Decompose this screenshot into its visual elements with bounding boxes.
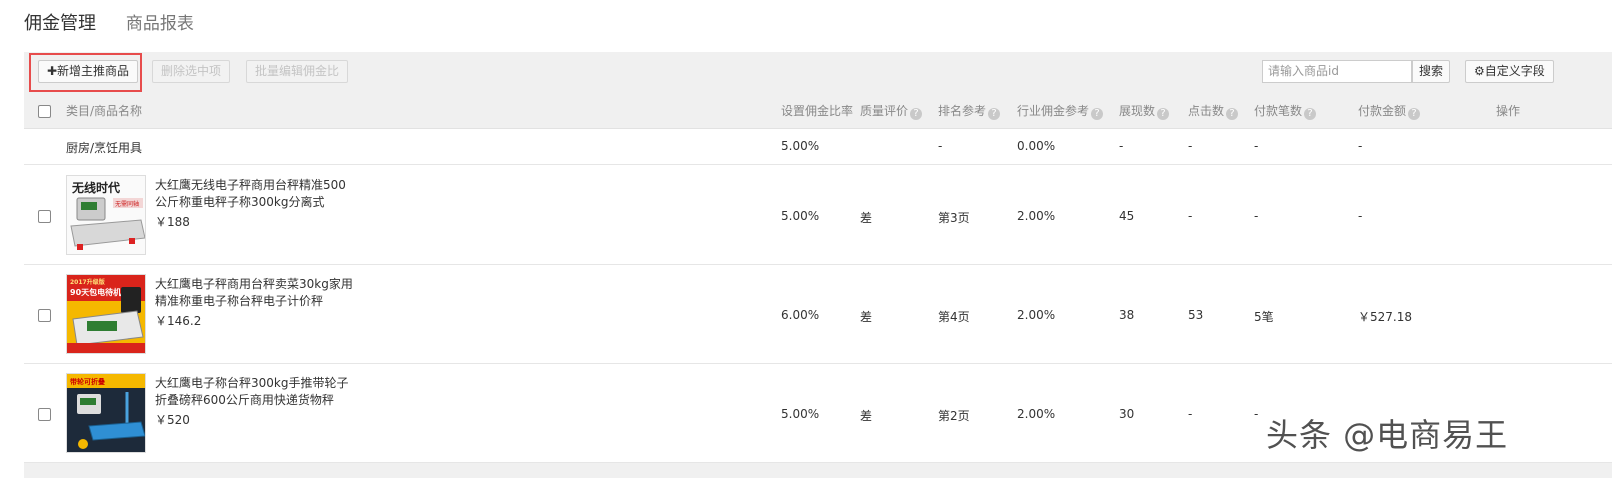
payments-cell: 5笔	[1254, 310, 1274, 324]
rate-cell[interactable]: 5.00%	[781, 209, 819, 223]
clicks-cell: -	[1188, 407, 1193, 421]
rate-cell[interactable]: 6.00%	[781, 308, 819, 322]
col-rank: 排名参考?	[938, 94, 1001, 128]
category-row: 厨房/烹饪用具 5.00% - 0.00% - - - -	[24, 129, 1612, 165]
clicks-cell: -	[1188, 139, 1193, 153]
product-price: ￥188	[155, 215, 190, 229]
payments-cell: -	[1254, 209, 1259, 223]
col-name: 类目/商品名称	[66, 104, 143, 118]
col-quality: 质量评价?	[860, 94, 923, 128]
tab-product-report[interactable]: 商品报表	[126, 10, 194, 38]
amount-cell: -	[1358, 139, 1363, 153]
help-icon[interactable]: ?	[988, 108, 1001, 120]
col-industry: 行业佣金参考?	[1017, 94, 1104, 128]
product-image[interactable]: 2017升级版 90天包电待机	[66, 274, 146, 354]
col-clicks: 点击数?	[1188, 94, 1239, 128]
batch-edit-rate-button[interactable]: 批量编辑佣金比	[246, 60, 349, 83]
rate-cell[interactable]: 5.00%	[781, 407, 819, 421]
watermark: 头条 @电商易王	[1266, 416, 1509, 454]
amount-cell: -	[1358, 209, 1363, 223]
industry-cell: 2.00%	[1017, 407, 1056, 421]
col-action: 操作	[1496, 104, 1521, 118]
image-headline: 90天包电待机	[70, 287, 121, 297]
quality-cell: 差	[860, 310, 873, 324]
views-cell: 45	[1119, 209, 1135, 223]
table-row: 2017升级版 90天包电待机 大红鹰电子秤商用台秤卖菜30kg家用精准称重电子…	[24, 265, 1612, 364]
help-icon[interactable]: ?	[1408, 108, 1421, 120]
image-headline: 带轮可折叠	[70, 377, 105, 386]
col-amount: 付款金额?	[1358, 94, 1421, 128]
product-title[interactable]: 大红鹰电子秤商用台秤卖菜30kg家用精准称重电子称台秤电子计价秤	[155, 276, 355, 310]
payments-cell: -	[1254, 407, 1259, 421]
rank-cell: 第2页	[938, 409, 970, 423]
image-subtext: 无需同轴	[115, 200, 139, 208]
tab-bar: 佣金管理 商品报表	[24, 10, 220, 40]
col-rate: 设置佣金比率	[781, 104, 854, 118]
toolbar: ✚新增主推商品 删除选中项 批量编辑佣金比 请输入商品id 搜索 ⚙自定义字段	[24, 52, 1612, 94]
product-title[interactable]: 大红鹰电子称台秤300kg手推带轮子折叠磅秤600公斤商用快递货物秤	[155, 375, 355, 409]
product-price: ￥146.2	[155, 314, 202, 328]
table-row: 无线时代 无需同轴 大红鹰无线电子秤商用台秤精准500公斤称重电秤子称300kg…	[24, 165, 1612, 265]
image-headline: 无线时代	[71, 180, 120, 195]
rate-cell: 5.00%	[781, 139, 820, 153]
views-cell: -	[1119, 139, 1124, 153]
row-checkbox[interactable]	[38, 309, 51, 322]
help-icon[interactable]: ?	[910, 108, 923, 120]
delete-selected-button[interactable]: 删除选中项	[152, 60, 231, 83]
help-icon[interactable]: ?	[1157, 108, 1170, 120]
help-icon[interactable]: ?	[1091, 108, 1104, 120]
clicks-cell: 53	[1188, 308, 1204, 322]
amount-cell: ￥527.18	[1358, 310, 1412, 324]
product-id-search-input[interactable]: 请输入商品id	[1262, 60, 1412, 83]
row-checkbox[interactable]	[38, 210, 51, 223]
tab-commission-management[interactable]: 佣金管理	[24, 10, 96, 38]
category-name: 厨房/烹饪用具	[66, 141, 143, 155]
col-payments: 付款笔数?	[1254, 94, 1317, 128]
product-image[interactable]: 带轮可折叠	[66, 373, 146, 453]
custom-fields-button[interactable]: ⚙自定义字段	[1465, 60, 1554, 83]
table-header: 类目/商品名称 设置佣金比率 质量评价? 排名参考? 行业佣金参考? 展现数? …	[24, 94, 1612, 129]
product-image[interactable]: 无线时代 无需同轴	[66, 175, 146, 255]
industry-cell: 2.00%	[1017, 308, 1056, 322]
payments-cell: -	[1254, 139, 1259, 153]
rank-cell: 第3页	[938, 211, 970, 225]
search-button[interactable]: 搜索	[1412, 60, 1451, 83]
quality-cell: 差	[860, 409, 873, 423]
clicks-cell: -	[1188, 209, 1193, 223]
product-price: ￥520	[155, 413, 190, 427]
add-featured-product-button[interactable]: ✚新增主推商品	[38, 60, 139, 83]
industry-cell: 0.00%	[1017, 139, 1056, 153]
product-title[interactable]: 大红鹰无线电子秤商用台秤精准500公斤称重电秤子称300kg分离式	[155, 177, 355, 211]
rank-cell: -	[938, 139, 943, 153]
rank-cell: 第4页	[938, 310, 970, 324]
industry-cell: 2.00%	[1017, 209, 1056, 223]
views-cell: 30	[1119, 407, 1135, 421]
row-checkbox[interactable]	[38, 408, 51, 421]
image-subtext: 2017升级版	[70, 278, 105, 286]
help-icon[interactable]: ?	[1304, 108, 1317, 120]
select-all-checkbox[interactable]	[38, 105, 51, 118]
views-cell: 38	[1119, 308, 1135, 322]
col-views: 展现数?	[1119, 94, 1170, 128]
help-icon[interactable]: ?	[1226, 108, 1239, 120]
quality-cell: 差	[860, 211, 873, 225]
